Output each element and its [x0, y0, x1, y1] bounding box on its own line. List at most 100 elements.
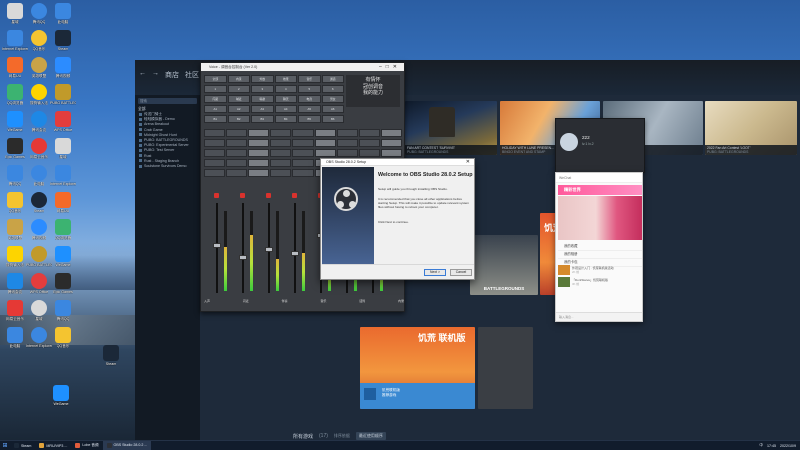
news-card-loot[interactable]: 2022 Fan Art Contest 'LOOT' PUBG: BATTLEG…: [705, 101, 797, 155]
mixer-knob[interactable]: [380, 129, 402, 137]
mixer-knob[interactable]: [358, 149, 380, 157]
mixer-button[interactable]: 2: [227, 85, 250, 93]
mixer-knob[interactable]: [226, 169, 248, 177]
desktop-icon[interactable]: 英雄联盟: [26, 57, 52, 78]
chat-banner[interactable]: 精彩世界: [558, 185, 642, 195]
ime-indicator[interactable]: 中: [759, 443, 763, 448]
mixer-button[interactable]: 全部: [204, 75, 227, 83]
mixer-button[interactable]: 聊天: [274, 95, 297, 103]
fader-knob[interactable]: [213, 243, 221, 248]
mixer-button[interactable]: 1: [204, 85, 227, 93]
desktop-icon[interactable]: WeGame: [48, 385, 74, 406]
mute-button[interactable]: [240, 193, 245, 198]
mixer-knob[interactable]: [226, 159, 248, 167]
mixer-knob[interactable]: [270, 159, 292, 167]
desktop-icon[interactable]: QQ音乐: [50, 327, 76, 348]
desktop-icon[interactable]: 网易云音乐: [26, 138, 52, 159]
mixer-knob[interactable]: [292, 159, 314, 167]
mixer-knob[interactable]: [336, 139, 358, 147]
mixer-button[interactable]: A4: [274, 105, 297, 113]
mixer-button[interactable]: B6: [321, 115, 344, 123]
mixer-knob[interactable]: [226, 149, 248, 157]
mixer-knob[interactable]: [292, 139, 314, 147]
avatar[interactable]: [560, 133, 578, 151]
mixer-knob[interactable]: [314, 139, 336, 147]
mixer-button[interactable]: B3: [251, 115, 274, 123]
desktop-icon[interactable]: 英雄联盟: [2, 219, 28, 240]
mixer-button[interactable]: 4: [274, 85, 297, 93]
desktop-icon[interactable]: 腾讯QQ: [26, 3, 52, 24]
desktop-icon[interactable]: Epic Games: [50, 273, 76, 294]
desktop-icon[interactable]: 此电脑: [2, 327, 28, 348]
mixer-button[interactable]: 5: [298, 85, 321, 93]
mixer-button[interactable]: 通道: [321, 75, 344, 83]
mixer-knob[interactable]: [248, 129, 270, 137]
mixer-knob[interactable]: [226, 129, 248, 137]
library-search-input[interactable]: 搜索: [138, 98, 197, 104]
mute-button[interactable]: [266, 193, 271, 198]
mixer-button[interactable]: 内录: [227, 75, 250, 83]
desktop-icon[interactable]: Steam: [98, 345, 124, 366]
clock-time[interactable]: 17:45: [767, 444, 776, 448]
desktop-icon[interactable]: Internet Explorer: [50, 165, 76, 186]
taskbar-app[interactable]: OBS Studio 28.0.2 ...: [102, 440, 152, 450]
windows-start-icon[interactable]: ⊞: [0, 441, 10, 450]
mixer-knob[interactable]: [204, 129, 226, 137]
desktop-icon[interactable]: 搜狗输入法: [2, 246, 28, 267]
mixer-button[interactable]: 喊麦: [227, 95, 250, 103]
mixer-button[interactable]: B5: [298, 115, 321, 123]
mixer-knob[interactable]: [248, 169, 270, 177]
mixer-button[interactable]: 音乐: [298, 75, 321, 83]
cancel-button[interactable]: Cancel: [450, 269, 472, 276]
desktop-icon[interactable]: 此电脑: [26, 165, 52, 186]
desktop-icon[interactable]: 星城: [50, 138, 76, 159]
desktop-icon[interactable]: QQ音乐: [2, 192, 28, 213]
desktop-icon[interactable]: 腾讯视频: [50, 57, 76, 78]
mixer-knob[interactable]: [204, 149, 226, 157]
desktop-icon[interactable]: QQ音乐: [26, 30, 52, 51]
desktop-icon[interactable]: 星城: [26, 300, 52, 321]
news-card-fanart[interactable]: FAN ART CONTEST 'SURVIVE' PUBG: BATTLEGRO…: [405, 101, 497, 155]
download-icon[interactable]: [364, 388, 376, 400]
mixer-knob[interactable]: [270, 139, 292, 147]
mute-button[interactable]: [214, 193, 219, 198]
game-tile-pubg[interactable]: BATTLEGROUNDS: [470, 235, 538, 295]
desktop-icon[interactable]: QQ浏览器: [50, 219, 76, 240]
mixer-knob[interactable]: [314, 149, 336, 157]
desktop-icon[interactable]: WPS Office: [26, 273, 52, 294]
desktop-icon[interactable]: WPS Office: [50, 111, 76, 132]
mixer-knob[interactable]: [270, 149, 292, 157]
community-tab[interactable]: 社区: [185, 70, 199, 80]
store-secondary-card[interactable]: [478, 327, 533, 409]
desktop-icon[interactable]: 网易云音乐: [2, 300, 28, 321]
mixer-button[interactable]: A5: [298, 105, 321, 113]
mixer-knob[interactable]: [380, 149, 402, 157]
taskbar-app[interactable]: Lobe 音频: [71, 441, 102, 450]
desktop-icon[interactable]: Steam: [50, 30, 76, 51]
forward-button[interactable]: →: [152, 70, 159, 80]
mixer-button[interactable]: 男女: [321, 95, 344, 103]
mixer-button[interactable]: B4: [274, 115, 297, 123]
back-button[interactable]: ←: [139, 70, 146, 80]
mixer-knob[interactable]: [292, 169, 314, 177]
mixer-knob[interactable]: [358, 129, 380, 137]
mixer-button[interactable]: A1: [204, 105, 227, 113]
desktop-icon[interactable]: 腾讯会议: [2, 273, 28, 294]
desktop-icon[interactable]: 搜狗输入法: [26, 84, 52, 105]
sort-dropdown[interactable]: 最近使用顺序: [355, 432, 386, 440]
mixer-knob[interactable]: [248, 149, 270, 157]
mixer-button[interactable]: 电音: [298, 95, 321, 103]
mixer-button[interactable]: B1: [204, 115, 227, 123]
channel-fader[interactable]: [265, 203, 273, 293]
chat-input[interactable]: 输入消息...: [556, 312, 642, 321]
desktop-icon[interactable]: Internet Explorer: [2, 30, 28, 51]
taskbar-app[interactable]: Steam: [10, 441, 35, 450]
desktop-icon[interactable]: WeGame: [50, 246, 76, 267]
mixer-knob[interactable]: [292, 149, 314, 157]
next-button[interactable]: Next >: [424, 269, 446, 276]
chat-menu-item[interactable]: 我的收藏: [558, 243, 642, 251]
fader-knob[interactable]: [239, 255, 247, 260]
channel-fader[interactable]: [291, 203, 299, 293]
mute-button[interactable]: [292, 193, 297, 198]
mixer-button[interactable]: A6: [321, 105, 344, 113]
